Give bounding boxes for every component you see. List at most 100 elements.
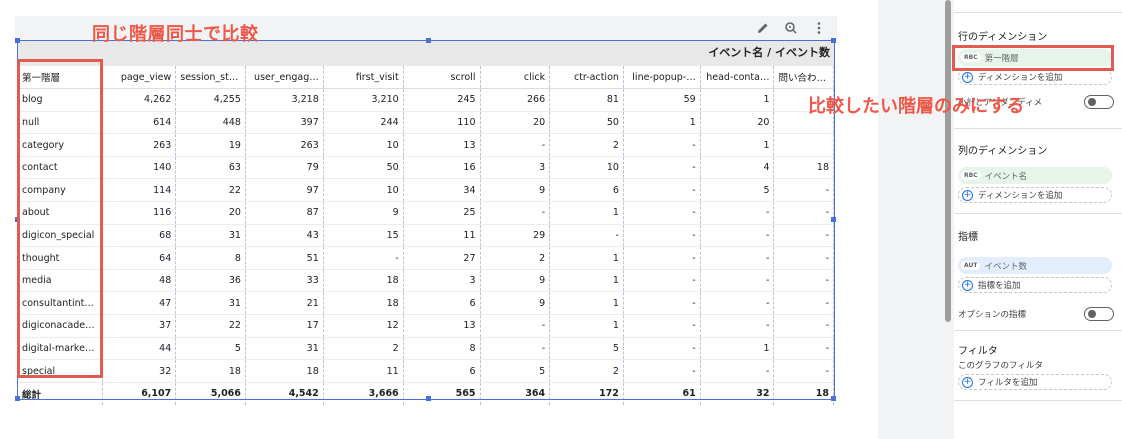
more-vert-icon[interactable] [811,20,827,36]
row-dimension-toggle[interactable] [1084,95,1114,109]
table-cell: - [480,314,551,338]
scrollbar-thumb[interactable] [945,0,951,322]
table-row: contact 140 63 79 50 16 3 10-4 18 [18,156,834,180]
table-cell: 1 [700,337,775,361]
table-cell: - [623,246,701,270]
table-cell: 47 [102,291,177,316]
total-cell: 6,107 [102,381,177,405]
table-cell: 34 [403,178,481,203]
table-cell: 17 [245,314,324,338]
column-header[interactable]: line-popup-… [623,66,701,90]
table-cell: - [623,337,701,361]
table-row: category 263 19 263 10 13-2-1 [18,133,834,157]
column-dimension-title: 列のディメンション [958,146,1048,157]
pivot-table: 第一階層 page_view session_start user_engag… fir… [18,66,834,405]
table-cell: 2 [549,133,624,157]
table-cell: 4 [700,156,775,180]
table-cell: 31 [175,224,246,248]
column-header[interactable]: session_start [175,66,246,90]
table-cell: 9 [323,201,404,225]
table-cell: 10 [323,178,404,203]
table-cell: - [773,246,834,270]
table-cell: - [323,246,404,270]
table-cell: 8 [403,337,481,361]
table-cell: 18 [323,291,404,316]
table-cell: 3,210 [323,88,404,112]
total-cell: 565 [403,381,481,405]
table-cell: 48 [102,269,177,293]
optional-metric-toggle[interactable] [1084,307,1114,321]
pivot-table-chart[interactable]: イベント名 / イベント数 第一階層 page_view session_start… [15,16,837,405]
table-cell: 22 [175,314,246,338]
table-cell: 29 [480,224,551,248]
table-cell: 20 [480,111,551,135]
table-cell: 110 [403,111,481,135]
table-cell: 2 [480,246,551,270]
table-cell: 5 [480,359,551,383]
table-cell: 50 [323,156,404,180]
column-header[interactable]: ctr-action [549,66,624,90]
canvas-gap [878,0,942,439]
zoom-icon[interactable] [783,20,799,36]
annotation-text-right: 比較したい階層のみにする [808,96,1025,117]
table-cell: - [623,224,701,248]
table-cell: 68 [102,224,177,248]
column-dimension-chip[interactable]: RBC イベント名 [958,167,1112,184]
table-cell: 5 [175,337,246,361]
table-cell: 1 [700,88,775,112]
table-cell: 19 [175,133,246,157]
annotation-box-row-labels [17,59,103,378]
table-cell: - [623,178,701,203]
table-row: null 614 448 397 244 110 20 50 1 20 [18,111,834,135]
table-cell: - [773,178,834,203]
metric-section: 指標 AUT イベント数 + 指標を追加 オプションの指標 [958,228,1118,321]
table-cell: - [623,201,701,225]
add-column-dimension-button[interactable]: + ディメンションを追加 [958,187,1112,203]
add-metric-button[interactable]: + 指標を追加 [958,277,1112,293]
table-cell: 266 [480,88,551,112]
table-cell: 12 [323,314,404,338]
table-cell: - [480,133,551,157]
table-cell: 3 [403,269,481,293]
table-cell: - [623,133,701,157]
metric-chip[interactable]: AUT イベント数 [958,257,1112,274]
table-cell: 31 [175,291,246,316]
table-cell: 9 [480,269,551,293]
filter-title: フィルタ [958,346,998,357]
table-cell: 16 [403,156,481,180]
column-header[interactable]: user_engag… [245,66,324,90]
table-row: thought 64 8 51-27 2 1- - - [18,246,834,270]
total-label-cell: 総計 [18,381,103,405]
table-header-row: 第一階層 page_view session_start user_engag… fir… [18,66,834,90]
pencil-icon[interactable] [755,20,771,36]
table-cell: - [623,291,701,316]
table-row: company 114 22 97 10 34 9 6-5- [18,178,834,203]
table-cell: 27 [403,246,481,270]
table-cell: 1 [549,314,624,338]
table-cell: 10 [549,156,624,180]
table-cell: 448 [175,111,246,135]
table-cell: - [773,337,834,361]
table-cell: - [480,201,551,225]
table-cell: 22 [175,178,246,203]
annotation-box-row-dimension [952,45,1114,71]
table-cell: 116 [102,201,177,225]
column-header[interactable]: click [480,66,551,90]
column-header[interactable]: page_view [102,66,177,90]
column-header[interactable]: 問い合わせ… [773,66,834,90]
table-cell: 6 [403,291,481,316]
add-filter-button[interactable]: + フィルタを追加 [958,374,1112,390]
table-cell: 9 [480,291,551,316]
column-header[interactable]: first_visit [323,66,404,90]
add-row-dimension-button[interactable]: + ディメンションを追加 [958,69,1112,85]
table-cell: 25 [403,201,481,225]
column-header[interactable]: scroll [403,66,481,90]
table-cell: - [700,224,775,248]
table-row: digiconacademy 37 22 17 12 13-1- - - [18,314,834,338]
table-cell: - [700,291,775,316]
plus-circle-icon: + [962,376,973,388]
table-cell: 9 [480,178,551,203]
column-dimension-title: イベント名 / イベント数 [708,46,830,59]
column-header[interactable]: head-conta… [700,66,775,90]
table-row: about 116 20 87 9 25-1- - - [18,201,834,225]
